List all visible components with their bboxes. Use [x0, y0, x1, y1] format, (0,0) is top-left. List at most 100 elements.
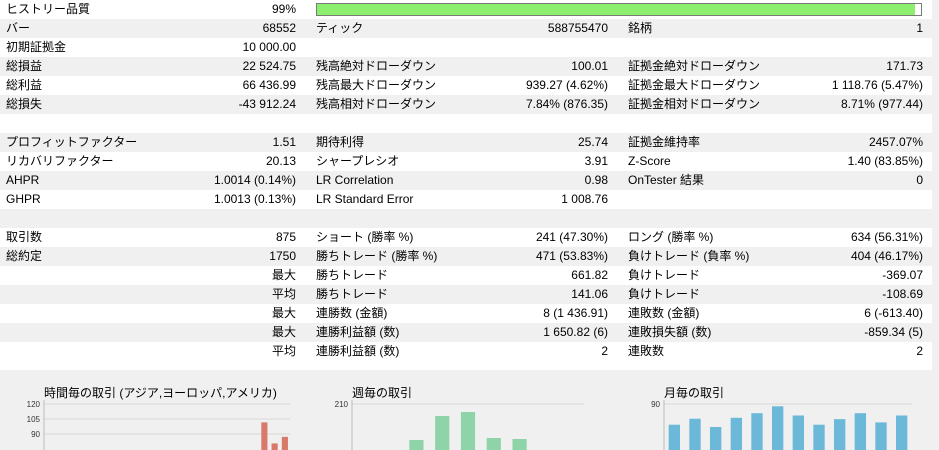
spacer-row	[0, 114, 939, 133]
hourly-trades-plot: 120 105 90	[27, 400, 290, 450]
row-gross-profit: 総利益 66 436.99 残高最大ドローダウン 939.27 (4.62%) …	[0, 76, 939, 95]
equity-dd-maximal-value: 1 118.76 (5.47%)	[831, 78, 923, 92]
max-consecutive-wins-sublabel: 最大	[271, 306, 296, 320]
avg-consecutive-sublabel: 平均	[271, 344, 296, 358]
largest-profit-value: 661.82	[571, 268, 608, 282]
row-total-deals: 総約定 1750 勝ちトレード (勝率 %) 471 (53.83%) 負けトレ…	[0, 247, 939, 266]
balance-dd-maximal-value: 939.27 (4.62%)	[525, 78, 608, 92]
y-tick-label: 105	[27, 415, 41, 424]
y-tick-label: 90	[651, 400, 660, 409]
sharpe-ratio-value: 3.91	[584, 154, 608, 168]
ontester-result-value: 0	[916, 173, 923, 187]
bar	[460, 412, 476, 450]
bar	[281, 436, 288, 450]
recovery-factor-value: 20.13	[265, 154, 296, 168]
avg-consecutive-wins-value: 2	[601, 344, 608, 358]
row-initial-deposit: 初期証拠金 10 000.00	[0, 38, 939, 57]
row-gross-loss: 総損失 -43 912.24 残高相対ドローダウン 7.84% (876.35)…	[0, 95, 939, 114]
bar	[271, 443, 278, 450]
z-score-value: 1.40 (83.85%)	[847, 154, 923, 168]
gross-profit-value: 66 436.99	[242, 78, 296, 92]
balance-dd-absolute-value: 100.01	[571, 59, 608, 73]
bar	[833, 419, 846, 450]
bar	[668, 424, 681, 450]
balance-dd-relative-value: 7.84% (876.35)	[525, 97, 608, 111]
row-bars: バー 68552 ティック 588755470 銘柄 1	[0, 19, 939, 38]
total-trades-label: 取引数	[6, 230, 43, 244]
total-deals-value: 1750	[269, 249, 296, 263]
y-tick-label: 120	[27, 400, 41, 409]
row-max-consecutive-profit: 最大 連勝利益額 (数) 1 650.82 (6) 連敗損失額 (数) -859…	[0, 323, 939, 342]
row-avg-consecutive: 平均 連勝利益額 (数) 2 連敗数 2	[0, 342, 939, 361]
row-max-consecutive-wins: 最大 連勝数 (金額) 8 (1 436.91) 連敗数 (金額) 6 (-61…	[0, 304, 939, 323]
profit-trades-value: 471 (53.83%)	[535, 249, 608, 263]
lr-standard-error-value: 1 008.76	[561, 192, 608, 206]
initial-deposit-value: 10 000.00	[242, 40, 296, 54]
row-total-trades: 取引数 875 ショート (勝率 %) 241 (47.30%) ロング (勝率…	[0, 228, 939, 247]
bar	[261, 422, 268, 450]
margin-level-value: 2457.07%	[868, 135, 923, 149]
profit-factor-value: 1.51	[272, 135, 296, 149]
ahpr-value: 1.0014 (0.14%)	[213, 173, 296, 187]
y-tick-label: 90	[31, 430, 40, 439]
bar	[486, 438, 501, 450]
bar	[512, 439, 527, 450]
monthly-trades-plot: 90	[651, 400, 912, 450]
history-quality-label: ヒストリー品質	[6, 2, 91, 16]
bar	[875, 422, 887, 450]
expected-payoff-value: 25.74	[577, 135, 608, 149]
row-ahpr: AHPR 1.0014 (0.14%) LR Correlation 0.98 …	[0, 171, 939, 190]
bar	[689, 418, 701, 450]
total-deals-label: 総約定	[6, 249, 43, 263]
row-recovery-factor: リカバリファクター 20.13 シャープレシオ 3.91 Z-Score 1.4…	[0, 152, 939, 171]
max-consecutive-profit-sublabel: 最大	[271, 325, 296, 339]
row-total-net-profit: 総損益 22 524.75 残高絶対ドローダウン 100.01 証拠金絶対ドロー…	[0, 57, 939, 76]
equity-dd-relative-value: 8.71% (977.44)	[840, 97, 923, 111]
gross-profit-label: 総利益	[6, 78, 43, 92]
history-quality-bar	[316, 3, 922, 16]
loss-trades-value: 404 (46.17%)	[850, 249, 923, 263]
row-average-trade: 平均 勝ちトレード 141.06 負けトレード -108.69	[0, 285, 939, 304]
monthly-trades-chart: 月毎の取引 90	[644, 380, 916, 450]
bars-label: バー	[6, 21, 31, 35]
row-ghpr: GHPR 1.0013 (0.13%) LR Standard Error 1 …	[0, 190, 939, 209]
vertical-scrollbar[interactable]	[932, 0, 939, 450]
bar	[409, 440, 424, 450]
largest-sublabel: 最大	[271, 268, 296, 282]
row-history-quality: ヒストリー品質 99%	[0, 0, 939, 19]
symbols-value: 1	[916, 21, 923, 35]
hourly-trades-chart: 時間毎の取引 (アジア,ヨーロッパ,アメリカ) 120 105 90	[18, 380, 294, 450]
recovery-factor-label: リカバリファクター	[6, 154, 114, 168]
avg-consecutive-losses-value: 2	[916, 344, 923, 358]
gross-loss-label: 総損失	[6, 97, 43, 111]
total-trades-value: 875	[275, 230, 296, 244]
row-profit-factor: プロフィットファクター 1.51 期待利得 25.74 証拠金維持率 2457.…	[0, 133, 939, 152]
ahpr-label: AHPR	[6, 173, 40, 187]
profit-factor-label: プロフィットファクター	[6, 135, 138, 149]
bar	[895, 415, 908, 450]
average-loss-value: -108.69	[882, 287, 923, 301]
total-net-profit-label: 総損益	[6, 59, 43, 73]
bar	[751, 413, 763, 450]
max-consecutive-losses-value: 6 (-613.40)	[864, 306, 923, 320]
total-net-profit-value: 22 524.75	[242, 59, 296, 73]
max-consecutive-profit-value: 1 650.82 (6)	[543, 325, 608, 339]
bars-value: 68552	[262, 21, 296, 35]
bar	[771, 406, 784, 450]
bar	[730, 417, 743, 450]
y-tick-label: 210	[335, 400, 349, 409]
history-quality-value: 99%	[271, 2, 296, 16]
weekly-trades-plot: 210	[335, 400, 584, 450]
ghpr-value: 1.0013 (0.13%)	[213, 192, 296, 206]
gross-loss-value: -43 912.24	[238, 97, 296, 111]
max-consecutive-wins-value: 8 (1 436.91)	[543, 306, 608, 320]
long-trades-value: 634 (56.31%)	[850, 230, 923, 244]
row-largest-trade: 最大 勝ちトレード 661.82 負けトレード -369.07	[0, 266, 939, 285]
bar	[435, 416, 450, 450]
bar	[813, 424, 825, 450]
lr-correlation-value: 0.98	[584, 173, 608, 187]
equity-dd-absolute-value: 171.73	[886, 59, 923, 73]
max-consecutive-loss-value: -859.34 (5)	[864, 325, 923, 339]
history-quality-bar-fill	[317, 4, 915, 15]
largest-loss-value: -369.07	[882, 268, 923, 282]
